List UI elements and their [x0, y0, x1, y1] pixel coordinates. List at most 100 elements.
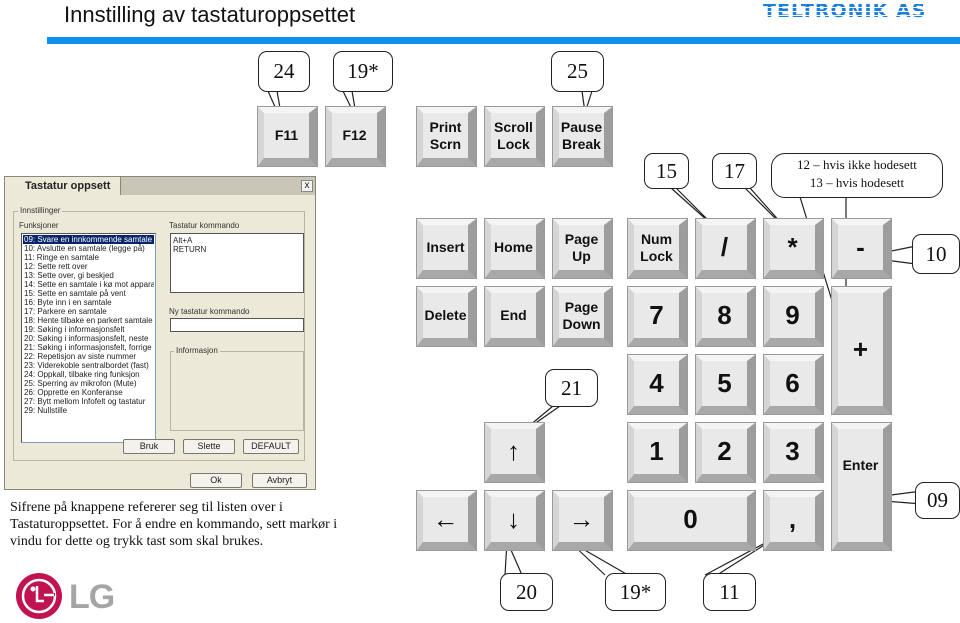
- key-label: Print: [429, 118, 462, 135]
- key-label: Num: [640, 230, 673, 247]
- function-list-item[interactable]: 24: Oppkall, tilbake ring funksjon: [23, 370, 154, 379]
- function-list-item[interactable]: 19: Søking i informasjonsfelt: [23, 325, 154, 334]
- function-list-item[interactable]: 09: Svare en innkommende samtale: [23, 235, 154, 244]
- info-group: Informasjon: [170, 346, 304, 431]
- key-label: 0: [683, 504, 698, 534]
- functions-listbox[interactable]: 09: Svare en innkommende samtale 10: Avsl…: [21, 233, 156, 443]
- function-list-item[interactable]: 17: Parkere en samtale: [23, 307, 154, 316]
- lg-logo-icon: [16, 573, 62, 619]
- function-list-item[interactable]: 10: Avslutte en samtale (legge på): [23, 244, 154, 253]
- key-minus[interactable]: -: [832, 219, 891, 278]
- key-2[interactable]: 2: [696, 423, 755, 482]
- function-list-item[interactable]: 22: Repetisjon av siste nummer: [23, 352, 154, 361]
- keyboard-setup-dialog: Tastatur oppsett x Innstillinger Funksjo…: [4, 176, 316, 490]
- key-page-up[interactable]: Page Up: [553, 219, 612, 278]
- arrow-right-icon: →: [568, 504, 595, 534]
- key-print-scrn[interactable]: Print Scrn: [417, 107, 476, 166]
- key-4[interactable]: 4: [628, 355, 687, 414]
- key-arrow-right[interactable]: →: [553, 491, 612, 550]
- key-decimal[interactable]: ,: [764, 491, 823, 550]
- key-insert[interactable]: Insert: [417, 219, 476, 278]
- close-icon[interactable]: x: [301, 180, 313, 192]
- ok-button[interactable]: Ok: [190, 473, 242, 488]
- key-label: F11: [274, 127, 299, 143]
- command-line: Alt+A: [173, 236, 193, 245]
- delete-button[interactable]: Slette: [183, 439, 235, 454]
- callout-down: 20: [500, 573, 553, 611]
- key-arrow-left[interactable]: ←: [417, 491, 476, 550]
- key-label: Scrn: [429, 135, 462, 152]
- arrow-left-icon: ←: [432, 504, 459, 534]
- function-list-item[interactable]: 20: Søking i informasjonsfelt, neste: [23, 334, 154, 343]
- command-textbox[interactable]: Alt+A RETURN: [170, 233, 304, 293]
- function-list-item[interactable]: 13: Sette over, gi beskjed: [23, 271, 154, 280]
- function-list-item[interactable]: 16: Byte inn i en samtale: [23, 298, 154, 307]
- key-f12[interactable]: F12: [326, 107, 385, 166]
- key-label: 6: [785, 368, 800, 398]
- callout-enter: 09: [915, 482, 960, 519]
- function-list-item[interactable]: 26: Opprette en Konferanse: [23, 388, 154, 397]
- key-0[interactable]: 0: [628, 491, 755, 550]
- key-plus[interactable]: +: [832, 287, 891, 414]
- key-8[interactable]: 8: [696, 287, 755, 346]
- key-delete[interactable]: Delete: [417, 287, 476, 346]
- function-list-item[interactable]: 27: Bytt mellom Infofelt og tastatur: [23, 397, 154, 406]
- key-3[interactable]: 3: [764, 423, 823, 482]
- callout-plus-line2: 13 – hvis hodesett: [809, 175, 905, 190]
- key-scroll-lock[interactable]: Scroll Lock: [485, 107, 544, 166]
- cancel-button[interactable]: Avbryt: [252, 473, 307, 488]
- key-arrow-down[interactable]: ↓: [485, 491, 544, 550]
- key-label: /: [720, 232, 729, 262]
- key-1[interactable]: 1: [628, 423, 687, 482]
- key-label: Home: [494, 239, 533, 255]
- callout-plus-line1: 12 – hvis ikke hodesett: [797, 157, 917, 172]
- function-list-item[interactable]: 25: Sperring av mikrofon (Mute): [23, 379, 154, 388]
- function-list-item[interactable]: 14: Sette en samtale i kø mot apparat: [23, 280, 154, 289]
- key-label: -: [856, 232, 865, 262]
- function-list-item[interactable]: 12: Sette rett over: [23, 262, 154, 271]
- key-end[interactable]: End: [485, 287, 544, 346]
- function-list-item[interactable]: 23: Viderekoble sentralbordet (fast): [23, 361, 154, 370]
- key-enter[interactable]: Enter: [832, 423, 891, 550]
- arrow-down-icon: ↓: [507, 504, 520, 534]
- caption-text: Sifrene på knappene refererer seg til li…: [10, 500, 338, 549]
- key-divide[interactable]: /: [696, 219, 755, 278]
- key-label: Scroll: [494, 118, 533, 135]
- callout-pause: 25: [551, 51, 604, 92]
- key-f11[interactable]: F11: [258, 107, 317, 166]
- key-9[interactable]: 9: [764, 287, 823, 346]
- new-command-input[interactable]: [170, 318, 304, 332]
- function-list-item[interactable]: 18: Hente tilbake en parkert samtale: [23, 316, 154, 325]
- lg-logo-text: LG: [69, 578, 115, 616]
- key-label: 5: [717, 368, 732, 398]
- key-label: 9: [785, 300, 800, 330]
- dialog-tab[interactable]: Tastatur oppsett: [5, 177, 121, 195]
- brand-logo: TELTRONIK AS: [763, 0, 927, 22]
- key-label: 8: [717, 300, 732, 330]
- key-arrow-up[interactable]: ↑: [485, 423, 544, 482]
- default-button[interactable]: DEFAULT: [243, 439, 299, 454]
- function-list-item[interactable]: 11: Ringe en samtale: [23, 253, 154, 262]
- callout-multiply: 17: [712, 153, 757, 189]
- callout-f12: 19*: [333, 51, 393, 92]
- key-label: Down: [562, 315, 601, 332]
- function-list-item[interactable]: 15: Sette en samtale på vent: [23, 289, 154, 298]
- settings-group-label: Innstillinger: [18, 206, 63, 215]
- command-line: RETURN: [173, 245, 207, 254]
- key-page-down[interactable]: Page Down: [553, 287, 612, 346]
- callout-minus: 10: [912, 234, 960, 274]
- key-pause-break[interactable]: Pause Break: [553, 107, 612, 166]
- key-7[interactable]: 7: [628, 287, 687, 346]
- callout-up: 21: [545, 369, 598, 407]
- key-label: 2: [717, 436, 732, 466]
- arrow-up-icon: ↑: [507, 436, 520, 466]
- callout-decimal: 11: [703, 573, 756, 611]
- function-list-item[interactable]: 29: Nullstille: [23, 406, 154, 415]
- key-multiply[interactable]: *: [764, 219, 823, 278]
- key-home[interactable]: Home: [485, 219, 544, 278]
- key-num-lock[interactable]: Num Lock: [628, 219, 687, 278]
- key-6[interactable]: 6: [764, 355, 823, 414]
- apply-button[interactable]: Bruk: [123, 439, 175, 454]
- function-list-item[interactable]: 21: Søking i informasjonsfelt, forrige: [23, 343, 154, 352]
- key-5[interactable]: 5: [696, 355, 755, 414]
